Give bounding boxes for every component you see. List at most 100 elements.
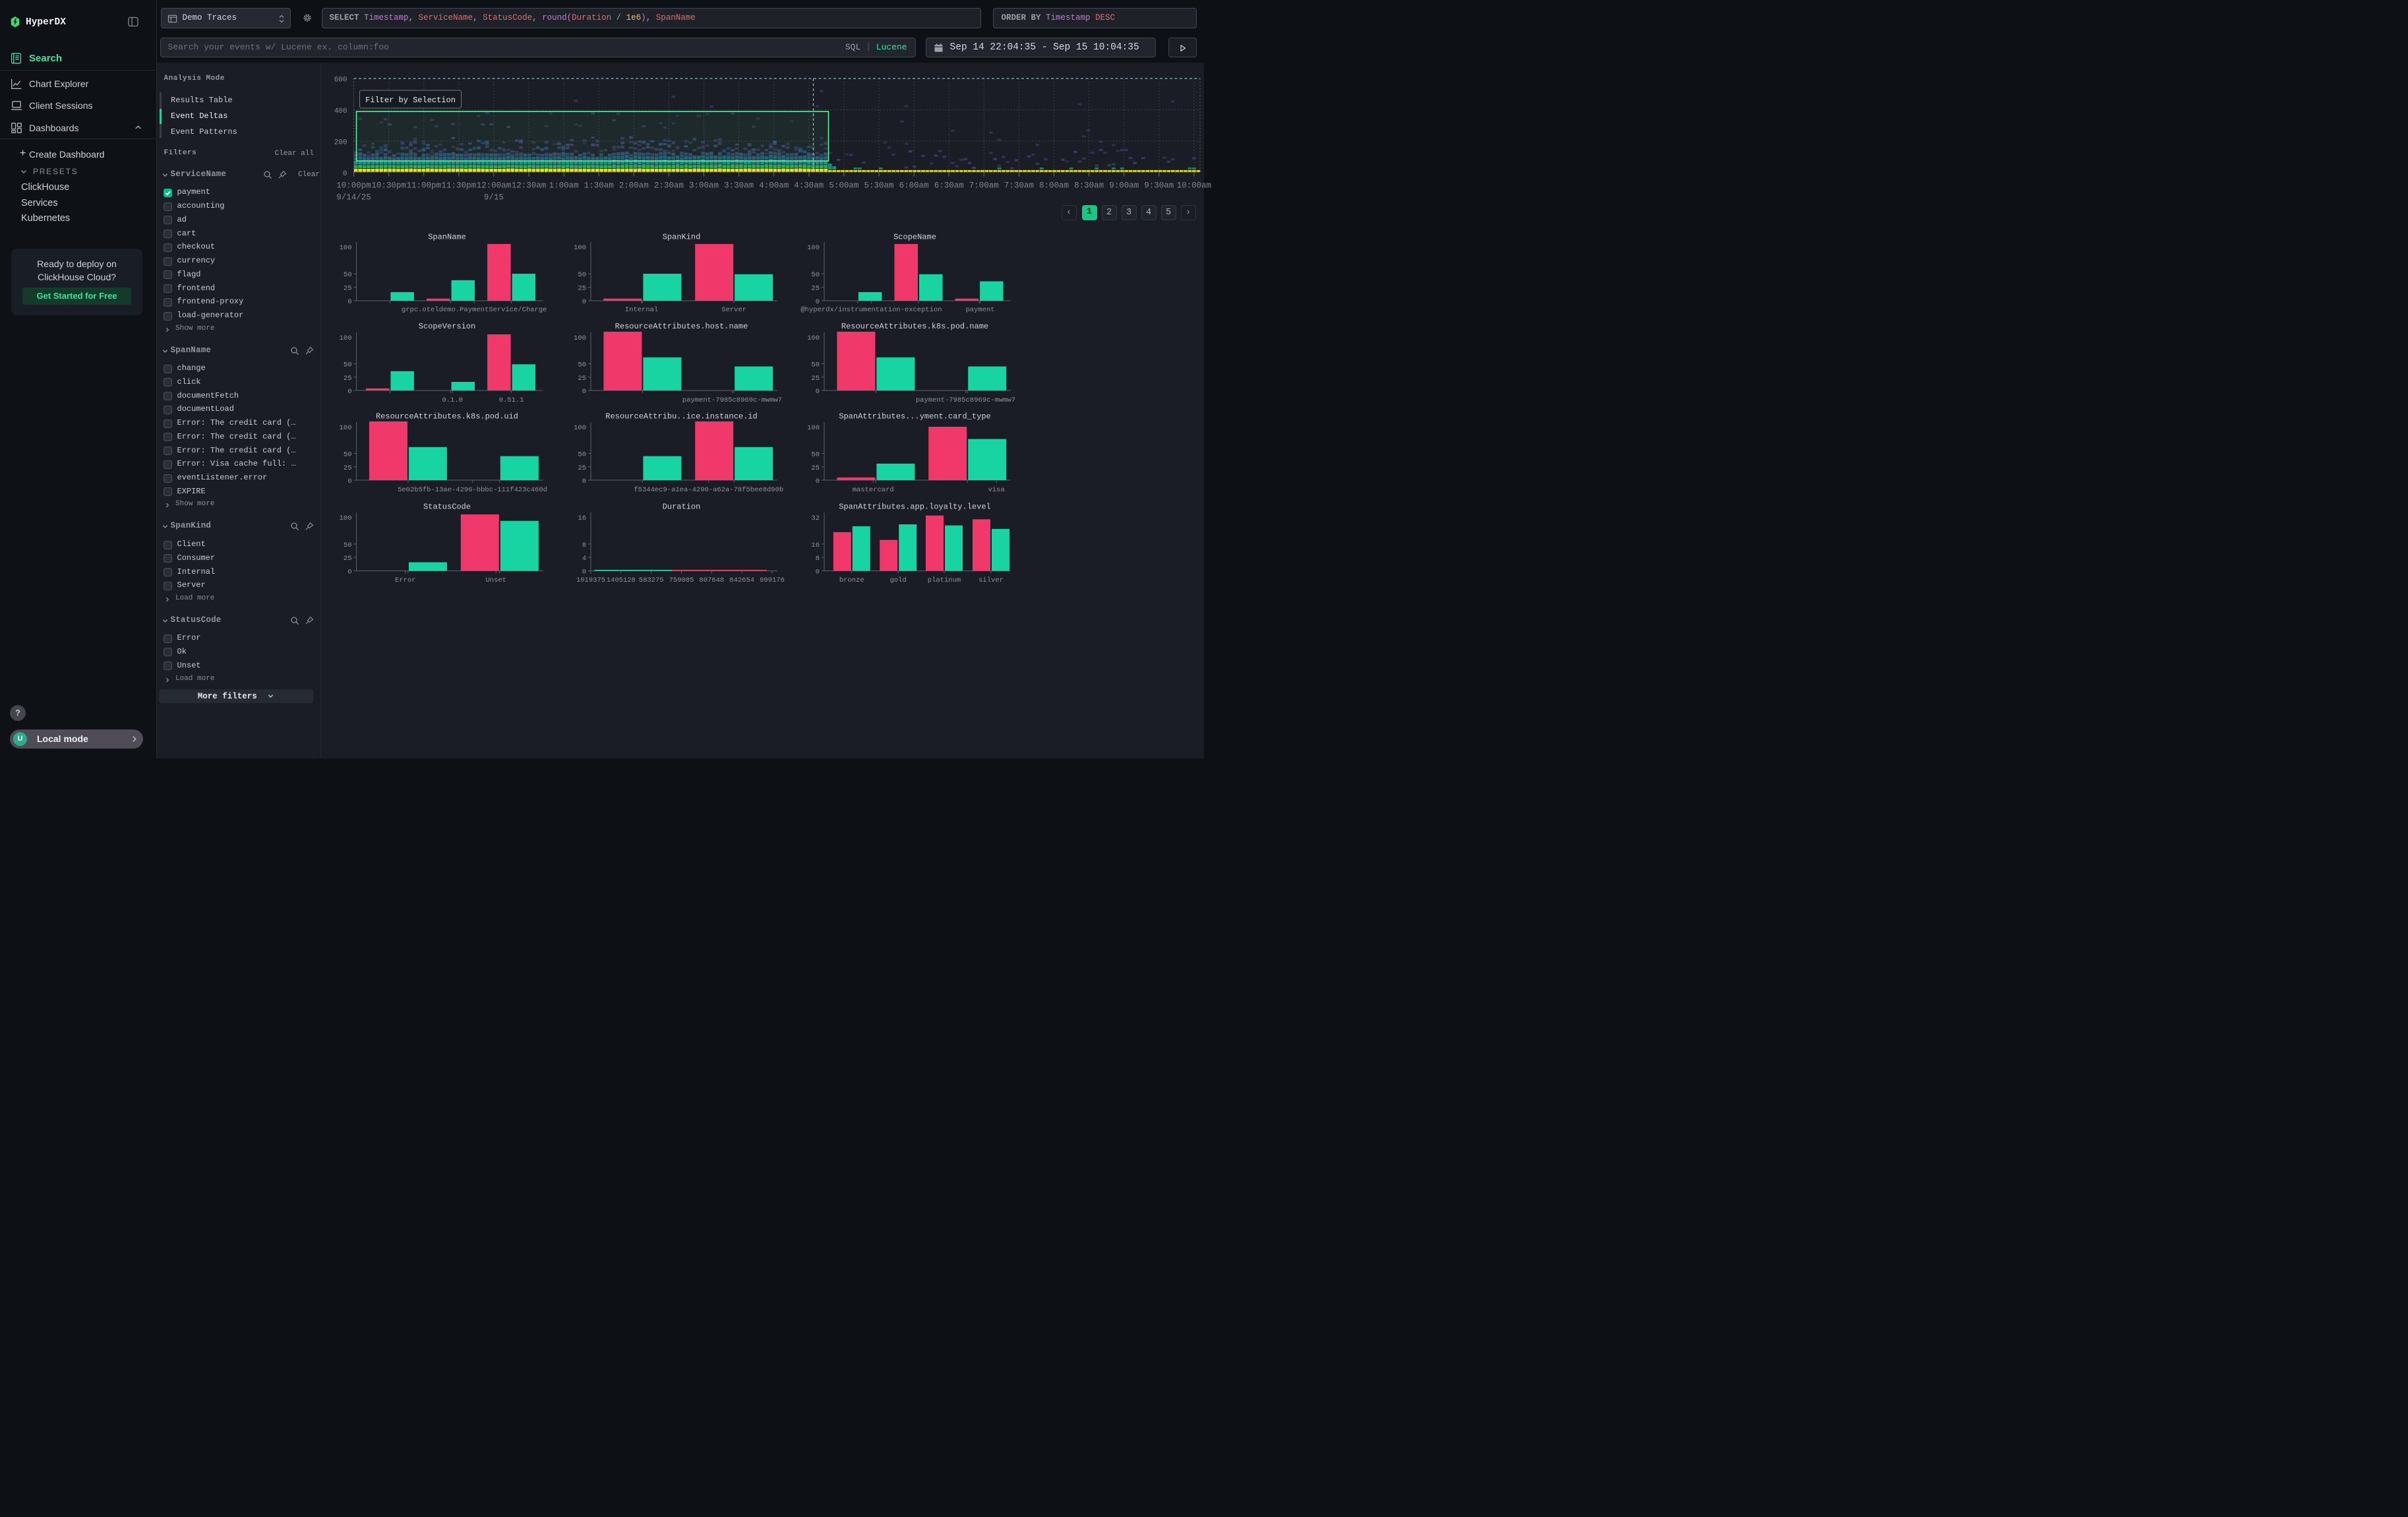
svg-text:0: 0 <box>347 569 351 576</box>
svg-text:50: 50 <box>811 271 820 279</box>
svg-text:SpanAttributes.app.loyalty.lev: SpanAttributes.app.loyalty.level <box>839 503 990 512</box>
svg-text:7:00am: 7:00am <box>969 181 999 191</box>
svg-text:100: 100 <box>807 424 820 432</box>
svg-text:100: 100 <box>574 244 586 252</box>
svg-text:silver: silver <box>978 576 1004 584</box>
svg-text:ScopeName: ScopeName <box>893 233 936 242</box>
svg-text:25: 25 <box>811 464 820 472</box>
svg-text:25: 25 <box>344 375 352 383</box>
svg-text:visa: visa <box>988 486 1005 494</box>
svg-text:5:00am: 5:00am <box>829 181 858 191</box>
svg-text:0: 0 <box>582 298 586 306</box>
svg-text:3:30am: 3:30am <box>724 181 754 191</box>
svg-text:1:00am: 1:00am <box>549 181 579 191</box>
svg-text:10:00am: 10:00am <box>1177 181 1212 191</box>
svg-text:12:00am: 12:00am <box>477 181 512 191</box>
svg-text:12:30am: 12:30am <box>512 181 547 191</box>
svg-text:payment-7985c8969c-mwmw7: payment-7985c8969c-mwmw7 <box>682 396 782 404</box>
svg-text:999176: 999176 <box>760 576 785 584</box>
svg-text:11:30pm: 11:30pm <box>442 181 477 191</box>
svg-text:0.1.0: 0.1.0 <box>442 396 463 404</box>
svg-text:842654: 842654 <box>729 576 754 584</box>
svg-text:mastercard: mastercard <box>853 486 894 494</box>
svg-text:1405128: 1405128 <box>607 576 636 584</box>
svg-text:SpanAttributes...yment.card_ty: SpanAttributes...yment.card_type <box>839 412 990 421</box>
svg-text:Server: Server <box>721 306 746 314</box>
svg-text:16: 16 <box>578 514 586 522</box>
svg-text:4: 4 <box>582 555 586 563</box>
svg-text:SpanKind: SpanKind <box>663 233 701 242</box>
svg-text:759085: 759085 <box>669 576 694 584</box>
svg-text:0: 0 <box>816 388 820 396</box>
svg-text:50: 50 <box>811 361 820 369</box>
svg-text:400: 400 <box>334 108 347 115</box>
svg-text:50: 50 <box>578 361 586 369</box>
svg-text:payment: payment <box>965 306 994 314</box>
svg-text:10:30pm: 10:30pm <box>371 181 406 191</box>
svg-text:9/14/25: 9/14/25 <box>336 193 371 202</box>
svg-text:50: 50 <box>344 542 352 549</box>
svg-text:6:00am: 6:00am <box>899 181 929 191</box>
svg-text:25: 25 <box>578 285 586 293</box>
svg-text:ResourceAttributes.host.name: ResourceAttributes.host.name <box>615 322 748 331</box>
svg-text:100: 100 <box>340 514 352 522</box>
svg-text:16: 16 <box>811 542 820 549</box>
svg-text:50: 50 <box>344 271 352 279</box>
svg-text:25: 25 <box>811 375 820 383</box>
svg-text:ScopeVersion: ScopeVersion <box>419 322 475 331</box>
svg-text:@hyperdx/instrumentation-excep: @hyperdx/instrumentation-exception <box>800 306 942 314</box>
svg-text:bronze: bronze <box>839 576 864 584</box>
svg-text:50: 50 <box>578 451 586 459</box>
svg-text:50: 50 <box>344 361 352 369</box>
svg-text:25: 25 <box>344 555 352 563</box>
svg-text:100: 100 <box>574 424 586 432</box>
svg-text:50: 50 <box>344 451 352 459</box>
svg-text:9/15: 9/15 <box>484 193 504 202</box>
svg-text:payment-7985c8969c-mwmw7: payment-7985c8969c-mwmw7 <box>916 396 1015 404</box>
svg-text:25: 25 <box>578 464 586 472</box>
svg-text:4:30am: 4:30am <box>794 181 824 191</box>
svg-text:50: 50 <box>811 451 820 459</box>
svg-text:0: 0 <box>582 569 586 576</box>
svg-text:8: 8 <box>816 555 820 563</box>
svg-text:0: 0 <box>582 388 586 396</box>
svg-text:0: 0 <box>582 478 586 485</box>
svg-text:Error: Error <box>395 576 416 584</box>
svg-text:25: 25 <box>811 285 820 293</box>
svg-text:0: 0 <box>816 478 820 485</box>
svg-text:8: 8 <box>582 542 586 549</box>
svg-text:100: 100 <box>807 244 820 252</box>
svg-text:gold: gold <box>890 576 907 584</box>
svg-text:50: 50 <box>578 271 586 279</box>
svg-text:100: 100 <box>807 334 820 342</box>
svg-text:100: 100 <box>574 334 586 342</box>
svg-text:9:30am: 9:30am <box>1144 181 1174 191</box>
svg-text:807648: 807648 <box>699 576 724 584</box>
svg-text:StatusCode: StatusCode <box>423 503 471 512</box>
svg-text:0: 0 <box>347 388 351 396</box>
svg-text:6:30am: 6:30am <box>934 181 964 191</box>
svg-text:25: 25 <box>578 375 586 383</box>
svg-text:ResourceAttributes.k8s.pod.uid: ResourceAttributes.k8s.pod.uid <box>376 412 518 421</box>
svg-text:5:30am: 5:30am <box>864 181 893 191</box>
svg-text:25: 25 <box>344 464 352 472</box>
svg-text:grpc.oteldemo.PaymentService/C: grpc.oteldemo.PaymentService/Charge <box>402 306 547 314</box>
svg-text:8:30am: 8:30am <box>1074 181 1104 191</box>
svg-text:Internal: Internal <box>625 306 658 314</box>
svg-text:600: 600 <box>334 77 347 84</box>
svg-text:1:30am: 1:30am <box>584 181 614 191</box>
svg-text:1019375: 1019375 <box>576 576 605 584</box>
svg-text:7:30am: 7:30am <box>1004 181 1034 191</box>
svg-text:0.51.1: 0.51.1 <box>499 396 524 404</box>
svg-text:0: 0 <box>816 569 820 576</box>
svg-text:ResourceAttributes.k8s.pod.nam: ResourceAttributes.k8s.pod.name <box>841 322 988 331</box>
svg-text:11:00pm: 11:00pm <box>406 181 441 191</box>
svg-text:0: 0 <box>347 478 351 485</box>
svg-text:2:30am: 2:30am <box>654 181 684 191</box>
svg-text:Duration: Duration <box>663 503 701 512</box>
svg-text:0: 0 <box>347 298 351 306</box>
svg-text:25: 25 <box>344 285 352 293</box>
svg-text:100: 100 <box>340 244 352 252</box>
svg-text:100: 100 <box>340 424 352 432</box>
svg-text:0: 0 <box>816 298 820 306</box>
